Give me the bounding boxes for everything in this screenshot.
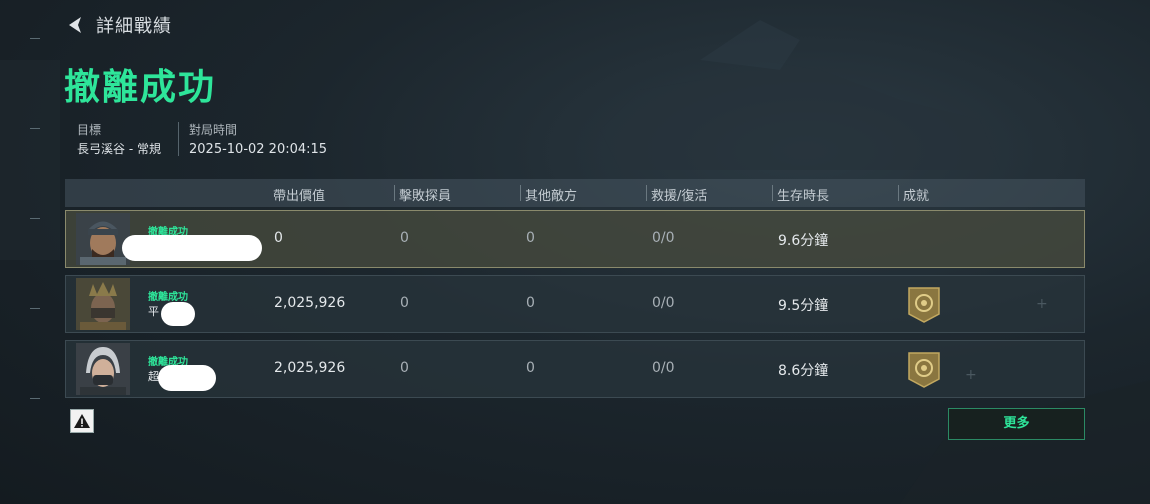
- cell-kills: 0: [400, 360, 409, 376]
- cell-survival: 9.5分鐘: [778, 298, 829, 314]
- col-rescue: 救援/復活: [651, 189, 708, 204]
- col-separator: [520, 185, 521, 201]
- decor-plus: +: [965, 367, 977, 383]
- cell-rescue: 0/0: [652, 295, 675, 311]
- cell-others: 0: [526, 230, 535, 246]
- achievement-badge-icon[interactable]: [907, 286, 941, 324]
- col-others: 其他敵方: [525, 189, 578, 204]
- report-button[interactable]: [70, 409, 94, 433]
- cell-others: 0: [526, 295, 535, 311]
- more-button[interactable]: 更多: [948, 408, 1085, 440]
- cell-kills: 0: [400, 295, 409, 311]
- redaction-mark: [158, 365, 216, 391]
- info-divider: [178, 122, 179, 156]
- header: 詳細戰績: [64, 12, 172, 38]
- col-achievement: 成就: [903, 189, 930, 204]
- cell-others: 0: [526, 360, 535, 376]
- cell-survival: 8.6分鐘: [778, 363, 829, 379]
- page-title: 詳細戰績: [96, 16, 172, 37]
- col-separator: [898, 185, 899, 201]
- table-row[interactable]: 撤離成功 平 2,025,926 0 0 0/0 9.5分鐘: [65, 275, 1085, 333]
- col-separator: [646, 185, 647, 201]
- col-value: 帶出價值: [273, 189, 326, 204]
- target-value: 長弓溪谷 - 常規: [77, 142, 161, 156]
- time-info: 對局時間 2025-10-02 20:04:15: [189, 121, 327, 159]
- edge-tick: [30, 218, 40, 219]
- cell-rescue: 0/0: [652, 230, 675, 246]
- table-row[interactable]: 撤離成功 0 0 0 0/0 9.6分鐘: [65, 210, 1085, 268]
- target-label: 目標: [77, 123, 102, 137]
- cell-rescue: 0/0: [652, 360, 675, 376]
- edge-tick: [30, 398, 40, 399]
- cell-value: 2,025,926: [274, 360, 346, 376]
- edge-tick: [30, 308, 40, 309]
- avatar: [76, 278, 130, 330]
- target-info: 目標 長弓溪谷 - 常規: [77, 121, 161, 159]
- redaction-mark: [161, 302, 195, 326]
- result-title: 撤離成功: [64, 67, 217, 108]
- warning-icon: [74, 414, 90, 428]
- achievement-badge-icon[interactable]: [907, 351, 941, 389]
- back-arrow-icon[interactable]: [64, 14, 86, 36]
- cell-kills: 0: [400, 230, 409, 246]
- col-kills: 擊敗探員: [399, 189, 452, 204]
- col-separator: [772, 185, 773, 201]
- col-separator: [394, 185, 395, 201]
- row-status: 撤離成功: [148, 292, 188, 303]
- table-row[interactable]: 撤離成功 超 2,025,926 0 0 0/0 8.6分鐘: [65, 340, 1085, 398]
- edge-tick: [30, 38, 40, 39]
- cell-survival: 9.6分鐘: [778, 233, 829, 249]
- table-header: 帶出價值 擊敗探員 其他敵方 救援/復活 生存時長 成就: [65, 179, 1085, 207]
- decor-plus: +: [1036, 296, 1048, 312]
- avatar: [76, 213, 130, 265]
- time-label: 對局時間: [189, 123, 238, 137]
- col-survival: 生存時長: [777, 189, 830, 204]
- redaction-mark: [122, 235, 262, 261]
- time-value: 2025-10-02 20:04:15: [189, 142, 328, 157]
- edge-tick: [30, 128, 40, 129]
- player-name: 平: [148, 305, 159, 318]
- cell-value: 2,025,926: [274, 295, 346, 311]
- avatar: [76, 343, 130, 395]
- cell-value: 0: [274, 230, 283, 246]
